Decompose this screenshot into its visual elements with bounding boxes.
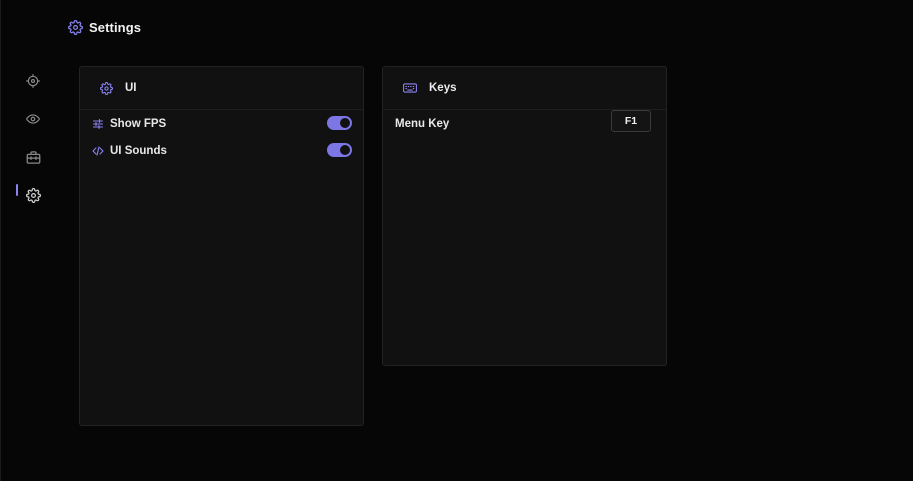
gear-icon	[25, 187, 41, 203]
sidebar-item-crosshair[interactable]	[1, 62, 65, 100]
key-binding-label: Menu Key	[395, 117, 450, 130]
keys-panel-title: Keys	[429, 82, 457, 94]
active-nav-indicator	[16, 184, 18, 196]
eye-icon	[26, 112, 40, 126]
setting-label: UI Sounds	[110, 144, 167, 157]
gear-icon	[100, 81, 113, 95]
sidebar-item-eye[interactable]	[1, 100, 65, 138]
app-window: Settings UI Show FPS UI Sounds Keys Menu…	[0, 0, 913, 481]
setting-label: Show FPS	[110, 117, 167, 130]
sidebar	[1, 62, 65, 214]
code-icon	[92, 145, 104, 157]
sliders-icon	[92, 118, 104, 130]
keys-panel-header: Keys	[383, 67, 666, 110]
ui-panel-header: UI	[80, 67, 363, 110]
toolbox-icon	[26, 150, 41, 165]
toggle-knob	[340, 145, 350, 155]
page-title: Settings	[89, 19, 142, 35]
keyboard-icon	[403, 82, 417, 94]
toggle-knob	[340, 118, 350, 128]
gear-icon	[68, 19, 83, 35]
ui-panel-title: UI	[125, 82, 137, 94]
page-header: Settings	[68, 17, 141, 37]
setting-row-show-fps: Show FPS	[80, 110, 363, 137]
sidebar-item-toolbox[interactable]	[1, 138, 65, 176]
menu-key-button[interactable]: F1	[611, 110, 651, 132]
show-fps-toggle[interactable]	[327, 116, 352, 130]
key-binding-row-menu-key: Menu Key F1	[383, 110, 666, 137]
sidebar-item-settings[interactable]	[1, 176, 65, 214]
keys-panel: Keys Menu Key F1	[382, 66, 667, 366]
setting-row-ui-sounds: UI Sounds	[80, 137, 363, 164]
ui-panel: UI Show FPS UI Sounds	[79, 66, 364, 426]
crosshair-icon	[26, 74, 40, 88]
ui-sounds-toggle[interactable]	[327, 143, 352, 157]
